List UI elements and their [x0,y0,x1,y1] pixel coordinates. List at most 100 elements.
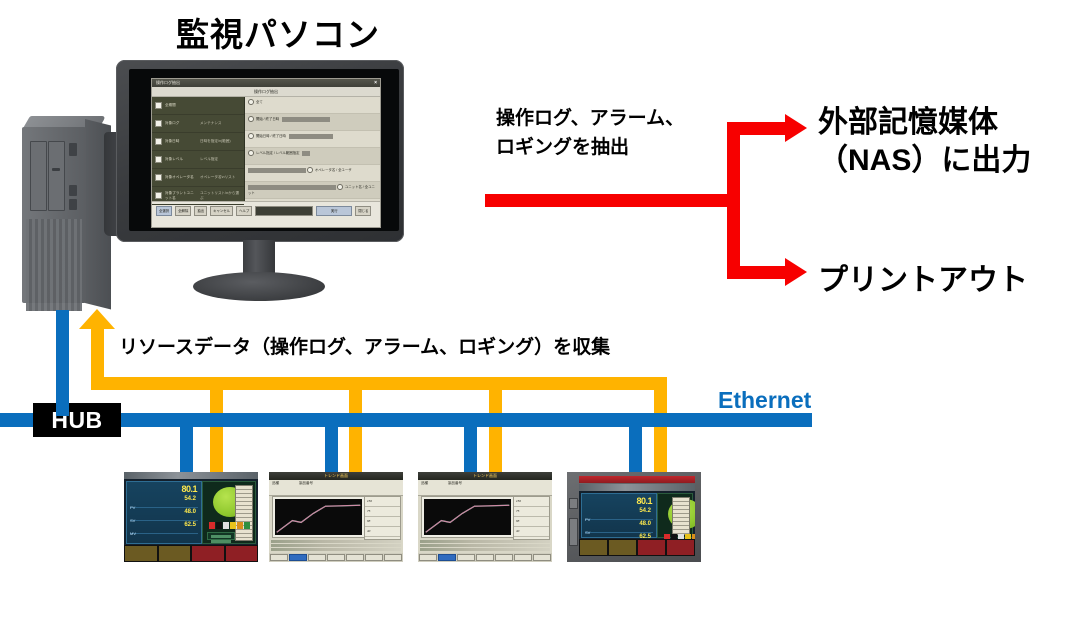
dialog-subtitle: 操作ログ抽出 [152,87,380,97]
dialog-option-row[interactable]: 開始日時 / 終了日時 [245,131,380,148]
ethernet-drop-device-3 [464,420,477,476]
diagram-canvas: 監視パソコン 操作ログ抽出 × 操作ログ抽出 全期間 対象ログ メンテナンス 対… [0,0,1070,625]
hmi-screen-process-overview: 80.1 PV54.2 SV48.0 MV62.5 [579,484,695,556]
close-button[interactable]: 閉じる [355,206,372,216]
hmi-screen-process-overview: 80.1 PV54.2 SV48.0 MV62.5 [124,472,258,562]
trend-graph-frame [421,496,514,538]
criteria-value: ユニットリスト\nから選ぶ [200,190,239,200]
extract-line-1: 操作ログ、アラーム、 [496,108,685,129]
data-drop-device-1 [210,383,223,475]
level-bargraph [235,485,253,541]
checkbox-icon[interactable] [155,120,162,127]
extract-button[interactable]: 抽出 [194,206,208,216]
trend-line-icon [276,504,361,533]
data-drop-device-4 [654,383,667,475]
radio-icon[interactable] [248,133,254,140]
hmi-terminal-bezel: 80.1 PV54.2 SV48.0 MV62.5 [567,472,701,562]
dialog-option-row[interactable]: オペレータ名 / 全ユーザ [245,165,380,182]
checkbox-icon[interactable] [155,192,162,199]
optical-drive-bay-icon [30,141,47,211]
radio-icon[interactable] [336,184,343,191]
radio-icon[interactable] [306,167,313,174]
ethernet-drop-device-1 [180,420,193,476]
criteria-label: 全期間 [165,103,176,107]
monitor-bezel: 操作ログ抽出 × 操作ログ抽出 全期間 対象ログ メンテナンス 対象日時 日時を… [116,60,404,242]
option-text: 開始 / 終了日時 [255,117,280,121]
printout-label: プリントアウト [818,264,1028,297]
device-panel-2: トレンド画面 品種 製品番号 150 75 88 40 [269,472,403,562]
checkbox-icon[interactable] [155,156,162,163]
trend-line-icon [425,504,510,533]
radio-icon[interactable] [248,150,254,157]
data-collect-horizontal [91,377,667,390]
cancel-button[interactable]: キャンセル [210,206,234,216]
criteria-value: 日時を指定\n(範囲) [200,139,231,143]
level-bargraph [672,497,690,535]
status-lamp-row [209,522,250,529]
hmi-titlebar: トレンド画面 [418,472,552,480]
terminal-side-button[interactable] [569,498,578,509]
radio-icon[interactable] [248,116,254,123]
device-panel-4: 80.1 PV54.2 SV48.0 MV62.5 [567,472,701,562]
arrow-head-icon [79,309,115,329]
usb-port-icon [69,185,77,196]
optical-drive-bay-icon [48,141,65,211]
checkbox-icon[interactable] [155,102,162,109]
monitor-screen: 操作ログ抽出 × 操作ログ抽出 全期間 対象ログ メンテナンス 対象日時 日時を… [129,69,399,231]
hmi-tab-bar [418,553,552,562]
trend-value-table: 150 75 88 40 [364,496,401,540]
extract-line-2: ロギングを抽出 [496,137,630,159]
level-field[interactable] [302,150,311,156]
dialog-row[interactable]: 対象レベル レベル指定 [152,151,244,169]
hmi-inner-screen: 80.1 PV54.2 SV48.0 MV62.5 [579,484,695,556]
dialog-row[interactable]: 対象ログ メンテナンス [152,115,244,133]
ethernet-bus [0,413,812,427]
radio-icon[interactable] [248,99,254,106]
nas-line-1: 外部記憶媒体 [818,106,998,139]
dialog-option-row[interactable]: 全て [245,97,380,114]
trend-graph-frame [272,496,365,538]
hmi-button-bar [124,545,258,562]
hmi-titlebar [124,472,258,479]
datetime-field[interactable] [282,116,331,122]
hmi-header-fields: 品種 製品番号 [418,480,552,496]
dialog-option-row[interactable]: レベル指定 / レベル範囲指定 [245,148,380,165]
dialog-row[interactable]: 対象日時 日時を指定\n(範囲) [152,133,244,151]
dialog-option-row[interactable]: 開始 / 終了日時 [245,114,380,131]
trend-value-table: 150 75 88 40 [513,496,550,540]
arrow-head-icon [785,114,807,142]
help-button[interactable]: ヘルプ [236,206,253,216]
checkbox-icon[interactable] [155,174,162,181]
close-icon[interactable]: × [374,79,377,87]
ethernet-label: Ethernet [718,387,812,413]
hmi-main-value: 80.1 [181,484,197,494]
run-button[interactable]: 実行 [316,206,353,216]
terminal-side-button[interactable] [569,518,578,546]
log-extract-dialog: 操作ログ抽出 × 操作ログ抽出 全期間 対象ログ メンテナンス 対象日時 日時を… [151,78,381,228]
option-text: レベル指定 / レベル範囲指定 [255,151,300,155]
dialog-row[interactable]: 全期間 [152,97,244,115]
red-flow-to-printer [727,266,787,279]
red-flow-to-nas [727,122,787,135]
option-text: 全て [255,100,263,104]
operator-field[interactable] [248,167,306,173]
datetime-field[interactable] [288,133,333,139]
dialog-title-text: 操作ログ抽出 [156,80,180,85]
checkbox-icon[interactable] [155,138,162,145]
hmi-screen-trend-graph: トレンド画面 品種 製品番号 150 75 88 40 [269,472,403,562]
data-drop-device-2 [349,383,362,475]
hmi-titlebar [579,484,695,491]
criteria-value: メンテナンス [200,121,222,125]
hmi-data-list [207,532,235,548]
hmi-header-fields: 品種 製品番号 [269,480,403,496]
dialog-row[interactable]: 対象プラントユニット名 ユニットリスト\nから選ぶ [152,187,244,205]
hmi-button-bar [579,539,695,556]
hub-node: HUB [33,403,121,437]
dialog-option-row[interactable]: ユニット名 / 全ユニット [245,182,380,199]
path-field[interactable] [255,206,314,216]
dialog-row[interactable]: 対象オペレータ名 オペレータ名\nリスト [152,169,244,187]
clear-all-button[interactable]: 全解除 [175,206,192,216]
select-all-button[interactable]: 全選択 [156,206,173,216]
dialog-criteria-column: 全期間 対象ログ メンテナンス 対象日時 日時を指定\n(範囲) 対象レベル レ… [152,97,245,205]
unit-field[interactable] [248,184,336,190]
